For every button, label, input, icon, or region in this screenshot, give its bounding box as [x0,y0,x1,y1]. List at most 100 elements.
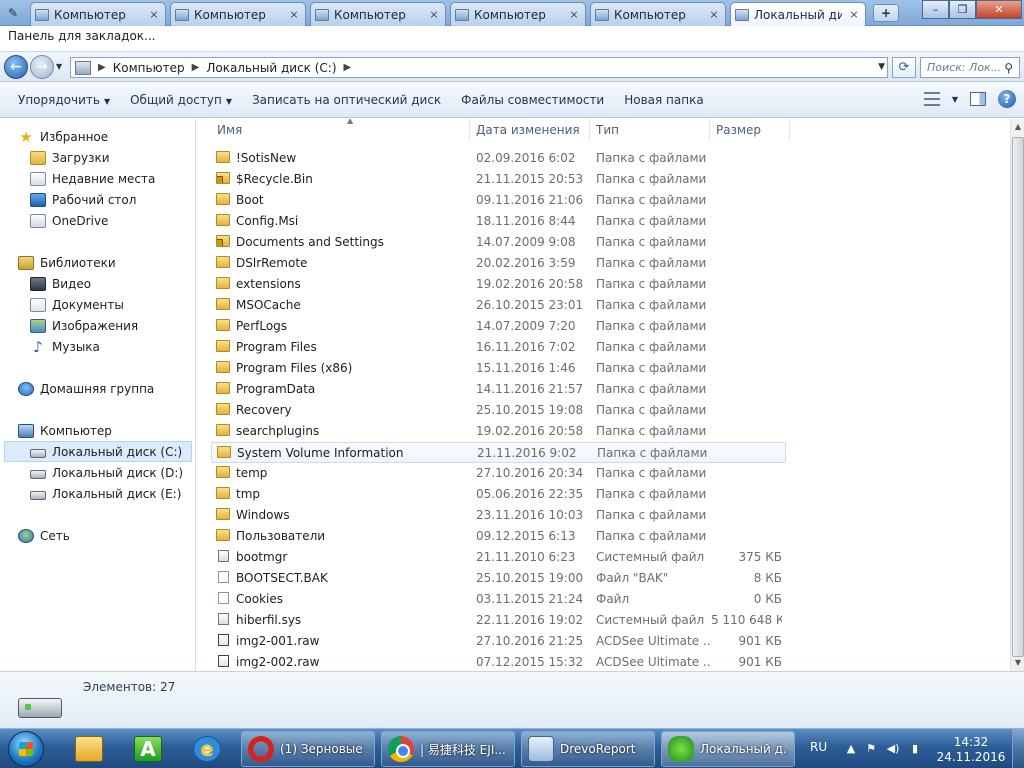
back-button[interactable]: ← [4,55,28,79]
breadcrumb-separator[interactable]: ▶ [98,62,106,73]
tab-close-icon[interactable]: × [567,8,581,22]
table-row[interactable]: Config.Msi 18.11.2016 8:44 Папка с файлами [211,211,786,232]
table-row[interactable]: img2-001.raw 27.10.2016 21:25 ACDSee Ultim… [211,631,786,652]
scrollbar-thumb[interactable] [1012,137,1024,657]
nav-recent[interactable]: Недавние места [30,168,190,189]
table-row[interactable]: Recovery 25.10.2015 19:08 Папка с файлами [211,400,786,421]
table-row[interactable]: Program Files 16.11.2016 7:02 Папка с файл… [211,337,786,358]
organize-button[interactable]: Упорядочить ▼ [8,87,120,113]
clock[interactable]: 14:32 24.11.2016 [935,735,1007,765]
address-dropdown-icon[interactable]: ▼ [878,62,885,72]
tab-computer-3[interactable]: Компьютер × [310,2,446,26]
scroll-up-icon[interactable]: ▲ [1011,119,1024,135]
nav-drive-c[interactable]: Локальный диск (C:) [4,441,192,462]
column-header-name[interactable]: Имя ▲ [211,119,470,141]
table-row[interactable]: temp 27.10.2016 20:34 Папка с файлами [211,463,786,484]
nav-video[interactable]: Видео [30,273,190,294]
table-row[interactable]: DSlrRemote 20.02.2016 3:59 Папка с файлами [211,253,786,274]
close-button[interactable]: ✕ [976,0,1022,19]
pinned-ie[interactable]: e [182,731,232,767]
tab-list-icon[interactable]: ✎ [2,3,24,23]
table-row[interactable]: hiberfil.sys 22.11.2016 19:02 Системный фа… [211,610,786,631]
chevron-down-icon[interactable]: ▼ [952,95,958,104]
nav-favorites[interactable]: ★ Избранное [18,126,188,147]
nav-libraries[interactable]: Библиотеки [18,252,188,273]
nav-homegroup[interactable]: Домашняя группа [18,378,188,399]
tab-close-icon[interactable]: × [147,8,161,22]
table-row[interactable]: bootmgr 21.11.2010 6:23 Системный файл 375 … [211,547,786,568]
table-row[interactable]: Program Files (x86) 15.11.2016 1:46 Папка … [211,358,786,379]
nav-computer[interactable]: Компьютер [18,420,188,441]
nav-images[interactable]: Изображения [30,315,190,336]
nav-onedrive[interactable]: OneDrive [30,210,190,231]
tab-computer-2[interactable]: Компьютер × [170,2,306,26]
tab-close-icon[interactable]: × [287,8,301,22]
pinned-app-a[interactable]: A [123,731,173,767]
table-row[interactable]: Пользователи 09.12.2015 6:13 Папка с файла… [211,526,786,547]
view-options-icon[interactable] [923,92,940,106]
table-row[interactable]: Boot 09.11.2016 21:06 Папка с файлами [211,190,786,211]
table-row[interactable]: Cookies 03.11.2015 21:24 Файл 0 КБ [211,589,786,610]
restore-button[interactable]: ❐ [949,0,976,19]
show-desktop-button[interactable] [1012,729,1024,768]
breadcrumb-separator[interactable]: ▶ [192,62,200,73]
table-row[interactable]: Documents and Settings 14.07.2009 9:08 Пап… [211,232,786,253]
minimize-button[interactable]: – [922,0,949,19]
table-row[interactable]: tmp 05.06.2016 22:35 Папка с файлами [211,484,786,505]
flag-icon[interactable]: ⚑ [864,742,878,756]
column-header-type[interactable]: Тип [590,119,710,141]
language-indicator[interactable]: RU [810,740,827,754]
tab-close-icon[interactable]: × [707,8,721,22]
help-icon[interactable]: ? [998,90,1016,108]
share-button[interactable]: Общий доступ ▼ [120,87,242,113]
scroll-down-icon[interactable]: ▼ [1011,655,1024,671]
tray-expand-icon[interactable]: ▲ [844,742,858,756]
network-status-icon[interactable]: ▮ [908,742,922,756]
refresh-button[interactable]: ⟳ [892,57,916,78]
address-bar[interactable]: ▶ Компьютер ▶ Локальный диск (C:) ▶ ▼ [70,57,888,78]
table-row[interactable]: PerfLogs 14.07.2009 7:20 Папка с файлами [211,316,786,337]
nav-drive-e[interactable]: Локальный диск (E:) [30,483,190,504]
column-header-size[interactable]: Размер [710,119,790,141]
nav-downloads[interactable]: Загрузки [30,147,190,168]
nav-network[interactable]: Сеть [18,525,188,546]
pinned-explorer[interactable] [64,731,114,767]
search-input[interactable]: Поиск: Лок... ⚲ [920,57,1020,78]
table-row[interactable]: BOOTSECT.BAK 25.10.2015 19:00 Файл "BAK" 8 … [211,568,786,589]
tab-computer-4[interactable]: Компьютер × [450,2,586,26]
new-folder-button[interactable]: Новая папка [614,87,713,113]
table-row[interactable]: img2-002.raw 07.12.2015 15:32 ACDSee Ultim… [211,652,786,671]
start-button[interactable] [8,731,44,767]
tab-close-icon[interactable]: × [847,8,861,22]
task-chrome[interactable]: | 易捷科技 EJI... [381,731,515,767]
table-row[interactable]: ProgramData 14.11.2016 21:57 Папка с файла… [211,379,786,400]
forward-button[interactable]: → [30,55,54,79]
nav-documents[interactable]: Документы [30,294,190,315]
breadcrumb-drive-c[interactable]: Локальный диск (C:) [206,61,336,75]
task-drevoreport[interactable]: DrevoReport [521,731,655,767]
table-row[interactable]: System Volume Information 21.11.2016 9:02… [211,442,786,463]
burn-button[interactable]: Записать на оптический диск [242,87,451,113]
breadcrumb-separator[interactable]: ▶ [344,62,352,73]
table-row[interactable]: $Recycle.Bin 21.11.2015 20:53 Папка с файл… [211,169,786,190]
preview-pane-icon[interactable] [970,92,986,106]
table-row[interactable]: Windows 23.11.2016 10:03 Папка с файлами [211,505,786,526]
nav-desktop[interactable]: Рабочий стол [30,189,190,210]
bookmarks-bar-label[interactable]: Панель для закладок... [8,29,156,43]
nav-music[interactable]: ♪ Музыка [30,336,190,357]
volume-icon[interactable]: ◀) [886,742,900,756]
task-opera[interactable]: (1) Зерновые ... [241,731,375,767]
table-row[interactable]: MSOCache 26.10.2015 23:01 Папка с файлами [211,295,786,316]
table-row[interactable]: !SotisNew 02.09.2016 6:02 Папка с файлами [211,148,786,169]
breadcrumb-computer[interactable]: Компьютер [113,61,185,75]
vertical-scrollbar[interactable]: ▲ ▼ [1010,119,1024,671]
tab-computer-1[interactable]: Компьютер × [30,2,166,26]
search-icon[interactable]: ⚲ [1004,61,1013,75]
new-tab-button[interactable]: + [873,4,899,22]
history-dropdown-icon[interactable]: ▼ [56,62,62,71]
tab-computer-5[interactable]: Компьютер × [590,2,726,26]
tab-local-disk[interactable]: Локальный диск × [730,2,866,27]
tab-close-icon[interactable]: × [427,8,441,22]
table-row[interactable]: searchplugins 19.02.2016 20:58 Папка с фай… [211,421,786,442]
task-explorer-window[interactable]: Локальный д... [661,731,795,767]
